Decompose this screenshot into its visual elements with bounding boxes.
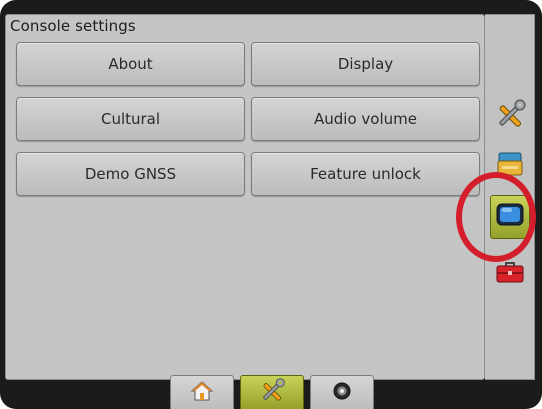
sidebar-console-button[interactable]: [490, 195, 530, 239]
sidebar-system-setup-button[interactable]: [490, 144, 530, 188]
tab-camera[interactable]: [310, 375, 374, 409]
home-icon: [190, 380, 214, 406]
sidebar-tools-button[interactable]: [490, 95, 530, 139]
feature-unlock-button[interactable]: Feature unlock: [251, 152, 480, 196]
cultural-button[interactable]: Cultural: [16, 97, 245, 141]
console-settings-panel: Console settings About Display Cultural …: [5, 14, 485, 380]
display-button[interactable]: Display: [251, 42, 480, 86]
about-button[interactable]: About: [16, 42, 245, 86]
system-setup-icon: [493, 147, 527, 185]
tab-home[interactable]: [170, 375, 234, 409]
console-frame: Console settings About Display Cultural …: [0, 0, 542, 409]
console-display-icon: [494, 200, 526, 234]
panel-title: Console settings: [10, 17, 136, 35]
sidebar-toolbox-button[interactable]: [490, 250, 530, 294]
audio-volume-button[interactable]: Audio volume: [251, 97, 480, 141]
tab-tools[interactable]: [240, 375, 304, 409]
toolbox-icon: [493, 253, 527, 291]
tools-icon: [257, 377, 287, 409]
demo-gnss-button[interactable]: Demo GNSS: [16, 152, 245, 196]
settings-sidebar: [485, 14, 535, 380]
tools-icon: [493, 98, 527, 136]
camera-icon: [331, 380, 353, 406]
bottom-tab-bar: [170, 375, 374, 409]
